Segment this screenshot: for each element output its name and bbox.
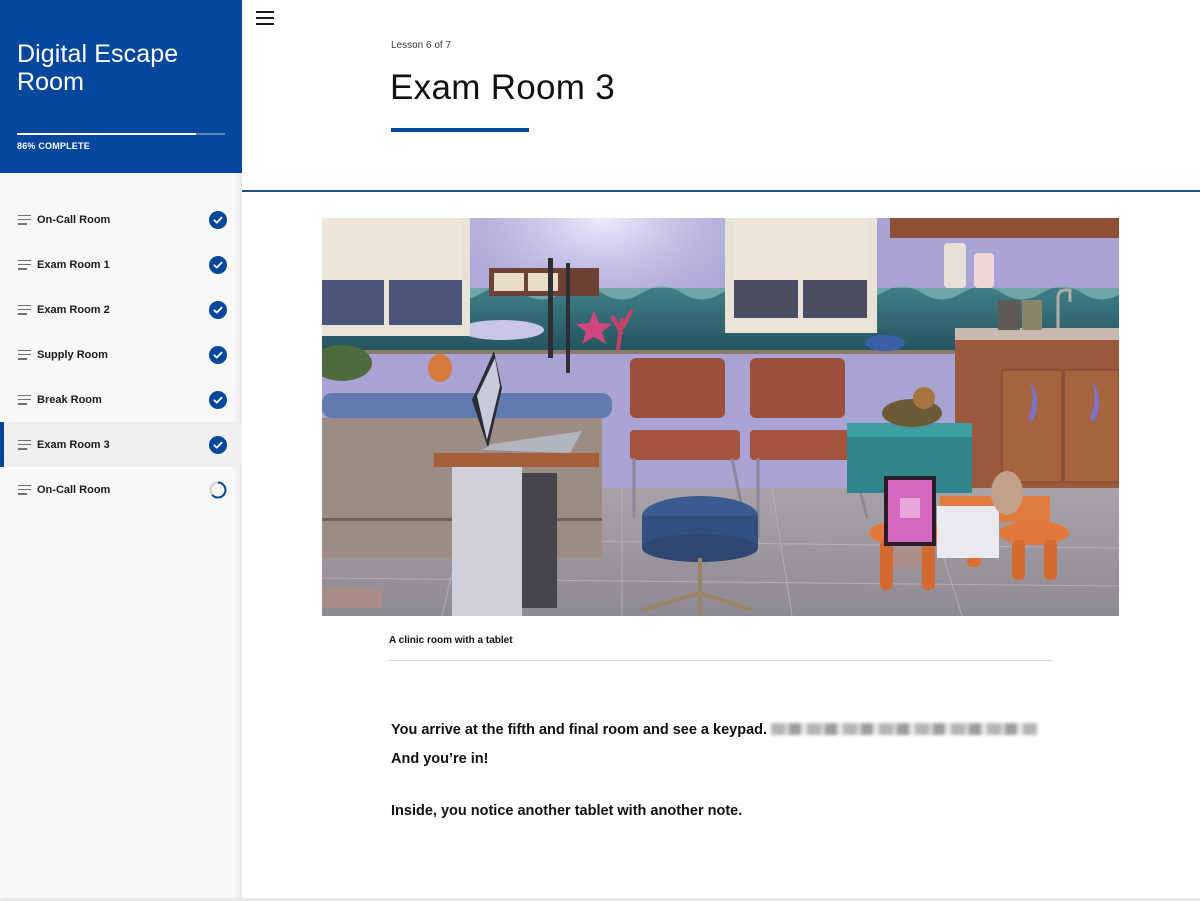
lesson-label: Exam Room 2 (37, 303, 110, 316)
upper-cabinets (890, 218, 1119, 238)
lesson-text-icon (18, 214, 31, 225)
check-circle-icon (209, 300, 227, 319)
lesson-label: On-Call Room (37, 483, 111, 496)
progress-ring-icon (209, 481, 227, 499)
lesson-text-icon (18, 349, 31, 360)
chair-left (630, 358, 725, 418)
lesson-label: Supply Room (37, 348, 108, 361)
course-progress-fill (17, 133, 196, 135)
title-underline (391, 128, 529, 132)
clinic-room-illustration (322, 218, 1119, 616)
whale (460, 320, 544, 340)
check-circle-icon (209, 345, 227, 364)
course-title: Digital Escape Room (17, 40, 179, 96)
sidebar-header: Digital Escape Room 86% COMPLETE (0, 0, 242, 173)
jars (998, 300, 1020, 330)
lesson-item-break-room-5[interactable]: Break Room (0, 377, 242, 422)
course-progress-bar (17, 133, 225, 135)
hamburger-menu-icon[interactable] (256, 11, 274, 25)
check-circle-icon (209, 210, 227, 229)
lesson-label: Break Room (37, 393, 102, 406)
lesson-paragraph-2: Inside, you notice another tablet with a… (391, 803, 743, 819)
blue-fish (865, 335, 905, 351)
check-circle-icon (209, 390, 227, 409)
lesson-paragraph-1: You arrive at the fifth and final room a… (391, 716, 1061, 774)
lesson-text-icon (18, 259, 31, 270)
chair-right (750, 358, 845, 418)
lesson-counter: Lesson 6 of 7 (391, 40, 452, 51)
lesson-item-exam-room-1-2[interactable]: Exam Room 1 (0, 242, 242, 287)
course-sidebar: Digital Escape Room 86% COMPLETE On-Call… (0, 0, 242, 901)
soap-dispenser (944, 243, 966, 288)
window-blind (322, 218, 462, 280)
caption-divider (389, 660, 1053, 661)
paper-note (937, 506, 999, 558)
clownfish (428, 354, 452, 382)
lesson-item-exam-room-3-6[interactable]: Exam Room 3 (0, 422, 242, 467)
paragraph-1-tail: And you’re in! (391, 751, 489, 767)
header-divider (242, 190, 1200, 192)
lesson-label: On-Call Room (37, 213, 111, 226)
stuffed-bunny (991, 471, 1023, 515)
lesson-text-icon (18, 439, 31, 450)
lesson-title: Exam Room 3 (390, 68, 616, 107)
lesson-label: Exam Room 1 (37, 258, 110, 271)
check-circle-icon (209, 435, 227, 454)
laptop-desk-top (434, 453, 599, 467)
lesson-content: Lesson 6 of 7 Exam Room 3 A clinic room … (242, 0, 1200, 901)
image-caption: A clinic room with a tablet (389, 635, 513, 646)
lesson-item-on-call-room-7[interactable]: On-Call Room (0, 467, 242, 512)
lesson-list: On-Call Room Exam Room 1 Exam Room 2 Sup… (0, 197, 242, 512)
lesson-label: Exam Room 3 (37, 438, 110, 451)
lesson-item-supply-room-4[interactable]: Supply Room (0, 332, 242, 377)
lesson-text-icon (18, 484, 31, 495)
kids-stool-right (999, 521, 1069, 545)
lesson-image (322, 218, 1119, 616)
check-circle-icon (209, 255, 227, 274)
laptop-desk-stand (452, 467, 522, 616)
lesson-text-icon (18, 304, 31, 315)
course-progress-label: 86% COMPLETE (17, 141, 90, 151)
lesson-item-exam-room-2-3[interactable]: Exam Room 2 (0, 287, 242, 332)
exam-table-cushion (322, 393, 612, 418)
lesson-item-on-call-room-1[interactable]: On-Call Room (0, 197, 242, 242)
redacted-text (771, 722, 1038, 735)
lesson-text-icon (18, 394, 31, 405)
paragraph-1-text: You arrive at the fifth and final room a… (391, 722, 768, 738)
